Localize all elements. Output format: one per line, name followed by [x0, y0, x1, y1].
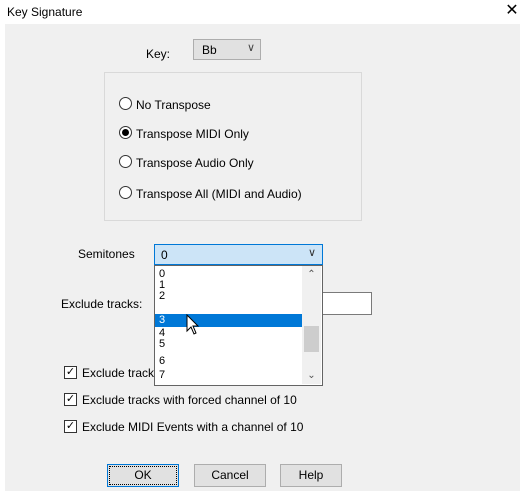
- chevron-down-icon: ∨: [246, 42, 255, 54]
- list-item[interactable]: 6: [155, 356, 303, 367]
- exclude-track-checkbox[interactable]: ✓: [64, 366, 77, 379]
- radio-transpose-audio-only-label: Transpose Audio Only: [136, 156, 254, 170]
- list-item[interactable]: 5: [155, 339, 303, 350]
- list-item[interactable]: 4: [155, 328, 303, 339]
- radio-transpose-midi-only[interactable]: [119, 126, 132, 139]
- list-item[interactable]: 1: [155, 280, 303, 291]
- window-title: Key Signature: [7, 5, 83, 19]
- radio-no-transpose-label: No Transpose: [136, 98, 211, 112]
- exclude-forced-channel-label: Exclude tracks with forced channel of 10: [82, 393, 297, 407]
- mouse-cursor-icon: [186, 314, 200, 335]
- key-label: Key:: [146, 47, 171, 61]
- list-item[interactable]: 2: [155, 291, 303, 302]
- radio-transpose-audio-only[interactable]: [119, 155, 132, 168]
- exclude-midi-events-label: Exclude MIDI Events with a channel of 10: [82, 420, 304, 434]
- semitones-label: Semitones: [78, 247, 135, 261]
- list-item-selected[interactable]: 3: [155, 314, 303, 327]
- list-item[interactable]: 0: [155, 269, 303, 280]
- close-icon[interactable]: ✕: [502, 0, 522, 22]
- exclude-tracks-label: Exclude tracks:: [61, 297, 143, 311]
- key-value: Bb: [202, 43, 217, 57]
- scroll-up-icon[interactable]: ⌃: [302, 266, 321, 283]
- scroll-down-icon[interactable]: ⌄: [302, 367, 321, 384]
- scrollbar-thumb[interactable]: [304, 326, 319, 352]
- ok-button-label: OK: [134, 468, 152, 482]
- key-select[interactable]: Bb ∨: [193, 39, 261, 60]
- radio-transpose-all-label: Transpose All (MIDI and Audio): [136, 187, 302, 201]
- exclude-midi-events-checkbox[interactable]: ✓: [64, 420, 77, 433]
- chevron-down-icon: ∨: [307, 247, 316, 259]
- semitones-dropdown-list[interactable]: 0 1 2 3 4 5 6 7: [154, 265, 323, 386]
- help-button[interactable]: Help: [280, 464, 342, 487]
- radio-transpose-all[interactable]: [119, 186, 132, 199]
- cancel-button[interactable]: Cancel: [194, 464, 266, 487]
- radio-transpose-midi-only-label: Transpose MIDI Only: [136, 127, 249, 141]
- exclude-track-label: Exclude track: [82, 366, 155, 380]
- exclude-forced-channel-checkbox[interactable]: ✓: [64, 393, 77, 406]
- list-item[interactable]: 7: [155, 370, 303, 381]
- semitones-select[interactable]: 0 ∨: [154, 244, 323, 265]
- semitones-value: 0: [161, 248, 168, 262]
- radio-no-transpose[interactable]: [119, 97, 132, 110]
- ok-button[interactable]: OK: [107, 464, 179, 487]
